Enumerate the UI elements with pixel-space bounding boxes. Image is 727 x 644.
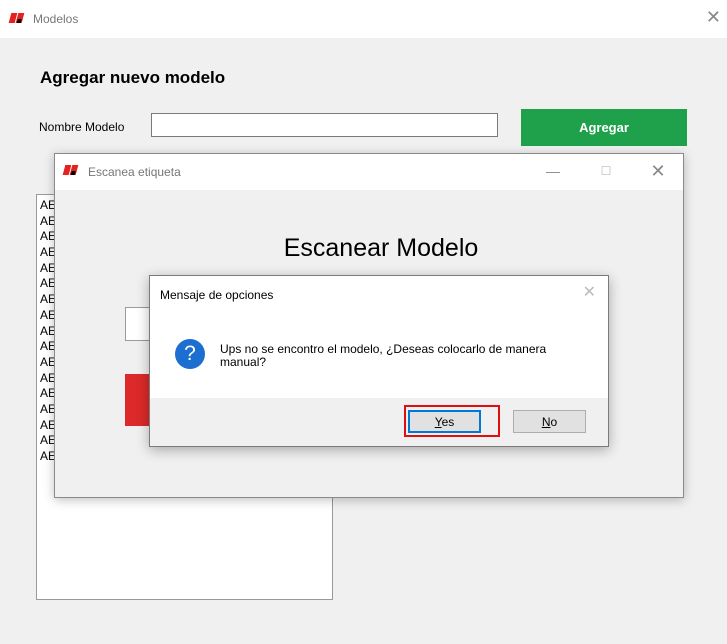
model-name-input[interactable] [151,113,498,137]
main-titlebar: Modelos ✕ [0,0,727,38]
dialog-title: Mensaje de opciones [160,288,274,302]
add-button[interactable]: Agregar [521,109,687,146]
scan-titlebar: Escanea etiqueta — ☐ ✕ [55,154,683,190]
scan-heading: Escanear Modelo [283,234,479,262]
app-logo-icon [8,12,25,24]
model-name-label: Nombre Modelo [39,120,125,134]
form-heading: Agregar nuevo modelo [40,68,226,87]
main-close-icon[interactable]: ✕ [706,8,721,26]
app-logo-icon [62,164,79,176]
no-button[interactable]: No [513,410,586,433]
scan-close-button[interactable]: ✕ [643,159,673,183]
yes-button[interactable]: Yes [408,410,481,433]
dialog-close-icon[interactable]: ✕ [583,282,596,302]
yes-label: es [441,414,455,429]
no-label: o [550,414,558,429]
maximize-button[interactable]: ☐ [591,159,621,183]
dialog-footer: Yes No [150,398,608,446]
main-window-title: Modelos [33,12,79,26]
scan-window-title: Escanea etiqueta [88,165,181,179]
question-icon: ? [175,339,205,369]
message-dialog: Mensaje de opciones ✕ ? Ups no se encont… [149,275,609,447]
dialog-message: Ups no se encontro el modelo, ¿Deseas co… [220,342,547,369]
yes-mnemonic: Y [434,414,442,429]
minimize-button[interactable]: — [538,159,568,183]
